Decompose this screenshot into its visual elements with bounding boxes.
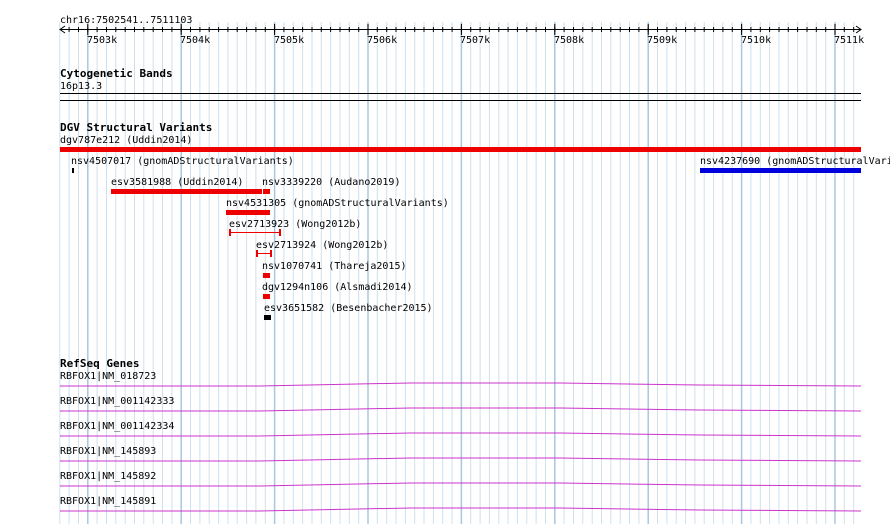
- refseq-gene-line[interactable]: [60, 382, 862, 387]
- refseq-gene-line[interactable]: [60, 457, 862, 462]
- refseq-gene-lines[interactable]: [0, 0, 890, 524]
- refseq-gene-line[interactable]: [60, 482, 862, 487]
- refseq-gene-line[interactable]: [60, 507, 862, 512]
- refseq-gene-line[interactable]: [60, 407, 862, 412]
- refseq-gene-line[interactable]: [60, 432, 862, 437]
